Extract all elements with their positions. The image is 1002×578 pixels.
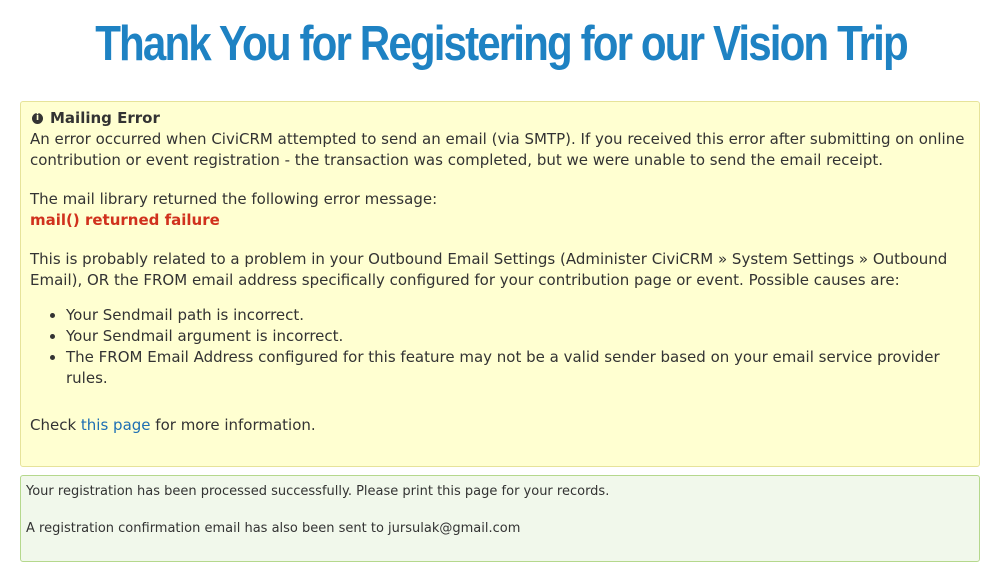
check-suffix: for more information. — [150, 416, 316, 434]
cause-item: The FROM Email Address configured for th… — [66, 347, 970, 389]
this-page-link[interactable]: this page — [81, 416, 151, 434]
success-message: Your registration has been processed suc… — [26, 484, 610, 499]
error-heading: Mailing Error — [50, 109, 160, 127]
library-label: The mail library returned the following … — [30, 190, 438, 208]
info-icon: i — [32, 113, 43, 124]
causes-list: Your Sendmail path is incorrect. Your Se… — [30, 305, 970, 389]
success-box: Your registration has been processed suc… — [20, 475, 980, 562]
check-line: Check this page for more information. — [30, 415, 970, 436]
error-message: mail() returned failure — [30, 211, 220, 229]
confirmation-email-message: A registration confirmation email has al… — [26, 521, 521, 536]
cause-item: Your Sendmail argument is incorrect. — [66, 326, 970, 347]
check-prefix: Check — [30, 416, 81, 434]
page-title: Thank You for Registering for our Vision… — [95, 17, 908, 71]
error-intro: An error occurred when CiviCRM attempted… — [30, 130, 965, 169]
probable-cause-text: This is probably related to a problem in… — [30, 250, 948, 289]
error-header: i Mailing Error — [30, 108, 970, 129]
cause-item: Your Sendmail path is incorrect. — [66, 305, 970, 326]
mailing-error-box: i Mailing Error An error occurred when C… — [20, 101, 980, 467]
